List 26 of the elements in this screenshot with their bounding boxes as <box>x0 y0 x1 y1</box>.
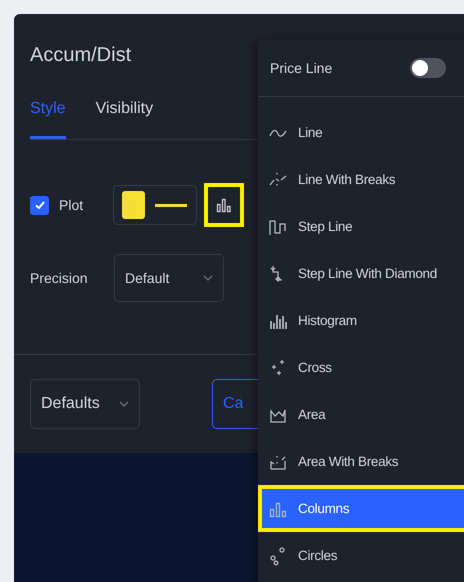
plot-style-button[interactable] <box>204 183 244 227</box>
price-line-label: Price Line <box>270 60 332 76</box>
chevron-down-icon <box>203 275 213 281</box>
columns-icon <box>216 197 232 213</box>
menu-item[interactable]: Line <box>258 109 464 156</box>
defaults-select[interactable]: Defaults <box>30 379 140 429</box>
menu-item[interactable]: Area With Breaks <box>258 438 464 485</box>
tab[interactable]: Visibility <box>96 94 154 139</box>
menu-item[interactable]: Histogram <box>258 297 464 344</box>
menu-item[interactable]: Cross <box>258 344 464 391</box>
menu-item[interactable]: Step Line <box>258 203 464 250</box>
plot-label: Plot <box>59 197 84 213</box>
chevron-down-icon <box>119 401 129 407</box>
menu-item[interactable]: Line With Breaks <box>258 156 464 203</box>
menu-item[interactable]: Step Line With Diamond <box>258 250 464 297</box>
checkmark-icon <box>34 199 46 211</box>
menu-item[interactable]: Columns <box>258 485 464 532</box>
color-picker-button[interactable] <box>113 185 197 225</box>
toggle-switch[interactable] <box>410 58 446 78</box>
precision-select[interactable]: Default <box>114 254 224 302</box>
checkbox[interactable] <box>30 196 49 214</box>
line-preview <box>155 204 187 206</box>
menu-item[interactable]: Circles <box>258 532 464 579</box>
precision-label: Precision <box>30 270 89 286</box>
dialog-title: Accum/Dist <box>30 43 132 68</box>
menu-item[interactable]: Area <box>258 391 464 438</box>
